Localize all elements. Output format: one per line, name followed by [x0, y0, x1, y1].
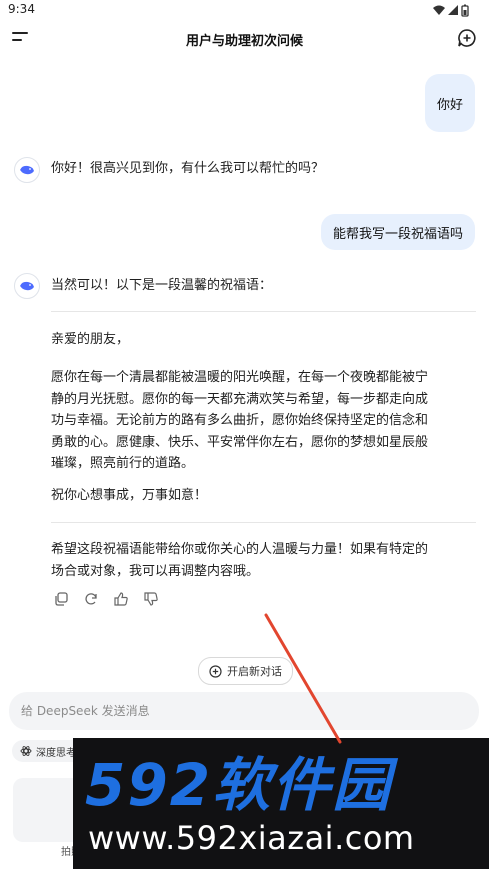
assistant-outro-line: 场合或对象，我可以再调整内容哦。 [51, 563, 260, 579]
watermark-logo-text: 592软件园 [85, 751, 393, 819]
status-icons [433, 4, 469, 17]
assistant-outro-line: 希望这段祝福语能带给你或你关心的人温暖与力量！如果有特定的 [51, 542, 429, 557]
blessing-closing: 祝你心想事成，万事如意！ [51, 485, 207, 507]
user-message-text: 能帮我写一段祝福语吗 [332, 226, 463, 242]
refresh-icon[interactable] [81, 589, 101, 609]
copy-icon[interactable] [51, 589, 71, 609]
assistant-avatar [14, 157, 40, 183]
assistant-intro-text: 当然可以！以下是一段温馨的祝福语： [51, 278, 273, 293]
wifi-icon [433, 5, 445, 15]
app-header: 用户与助理初次问候 [0, 22, 489, 56]
blessing-body: 愿你在每一个清晨都能被温暖的阳光唤醒，在每一个夜晚都能被宁 静的月光抚慰。愿你的… [51, 367, 428, 475]
blessing-line: 愿你在每一个清晨都能被温暖的阳光唤醒，在每一个夜晚都能被宁 [51, 370, 429, 385]
message-composer [9, 692, 479, 730]
thumbs-up-icon[interactable] [111, 589, 131, 609]
divider [51, 522, 476, 523]
assistant-outro: 希望这段祝福语能带给你或你关心的人温暖与力量！如果有特定的 场合或对象，我可以再… [51, 539, 428, 582]
atom-icon [20, 746, 32, 756]
user-message[interactable]: 能帮我写一段祝福语吗 [320, 214, 475, 250]
thumbs-down-icon[interactable] [141, 589, 161, 609]
assistant-avatar [14, 273, 40, 299]
blessing-closing-text: 祝你心想事成，万事如意！ [51, 488, 208, 503]
blessing-line: 璀璨，照亮前行的道路。 [51, 456, 195, 471]
watermark-banner: 592软件园 www.592xiazai.com [73, 738, 489, 869]
deepthink-label: 深度思考 [36, 747, 76, 759]
deepseek-whale-icon [20, 281, 34, 291]
assistant-intro: 当然可以！以下是一段温馨的祝福语： [51, 275, 272, 297]
watermark-url: www.592xiazai.com [88, 819, 415, 857]
blessing-greeting-text: 亲爱的朋友， [51, 332, 130, 347]
page-title: 用户与助理初次问候 [185, 34, 303, 49]
blessing-line: 勇敢的心。愿健康、快乐、平安常伴你左右，愿你的梦想如星辰般 [51, 434, 429, 450]
blessing-line: 静的月光抚慰。愿你的每一天都充满欢笑与希望，每一步都走向成 [51, 391, 429, 407]
signal-icon [448, 5, 458, 15]
blessing-greeting: 亲爱的朋友， [51, 329, 129, 351]
new-chat-icon[interactable] [457, 28, 477, 48]
message-input[interactable] [19, 703, 463, 719]
blessing-line: 功与幸福。无论前方的路有多么曲折，愿你始终保持坚定的信念和 [51, 413, 429, 428]
status-time: 9:34 [8, 2, 35, 16]
message-actions [51, 589, 161, 609]
assistant-message: 你好！很高兴见到你，有什么我可以帮忙的吗？ [51, 158, 324, 180]
user-message-text: 你好 [436, 97, 463, 113]
deepseek-whale-icon [20, 165, 34, 175]
new-dialog-label: 开启新对话 [227, 665, 282, 678]
plus-circle-icon [209, 664, 222, 678]
divider [51, 311, 476, 312]
user-message[interactable]: 你好 [424, 74, 475, 132]
assistant-message-text: 你好！很高兴见到你，有什么我可以帮忙的吗？ [51, 161, 325, 176]
status-bar: 9:34 [0, 0, 489, 22]
new-dialog-button[interactable]: 开启新对话 [198, 657, 293, 685]
